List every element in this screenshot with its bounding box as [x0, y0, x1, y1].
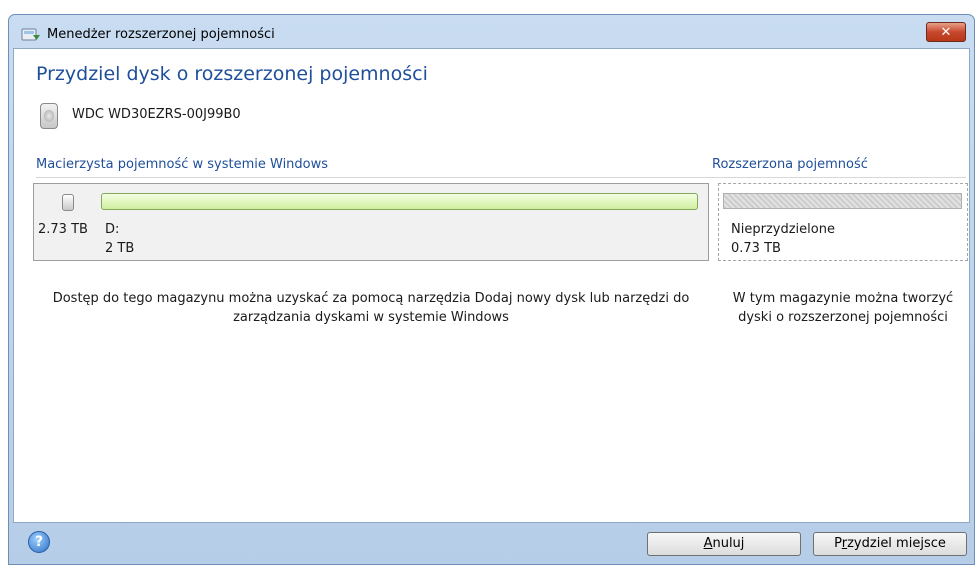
hard-disk-icon	[40, 103, 58, 129]
disk-total-size: 2.73 TB	[38, 222, 88, 237]
allocate-space-button[interactable]: Przydziel miejsce	[813, 532, 967, 556]
unallocated-bar[interactable]	[723, 193, 962, 209]
unallocated-size: 0.73 TB	[731, 241, 781, 256]
native-capacity-label: Macierzysta pojemność w systemie Windows	[36, 157, 329, 172]
help-icon[interactable]: ?	[28, 531, 50, 553]
dialog-footer: ? Anuluj Przydziel miejsce	[9, 523, 976, 566]
partition-bar[interactable]	[101, 193, 698, 210]
window-title: Menedżer rozszerzonej pojemności	[47, 27, 275, 42]
dialog-window: Menedżer rozszerzonej pojemności ✕ Przyd…	[8, 14, 975, 565]
cancel-label: nuluj	[712, 536, 745, 551]
native-description: Dostęp do tego magazynu można uzyskać za…	[52, 291, 690, 325]
allocate-label-end: zydziel miejsce	[847, 536, 946, 551]
extended-capacity-panel[interactable]: Nieprzydzielone 0.73 TB	[718, 183, 968, 261]
partition-letter: D:	[105, 222, 120, 237]
page-title: Przydziel dysk o rozszerzonej pojemności	[36, 63, 428, 85]
disk-name: WDC WD30EZRS-00J99B0	[72, 107, 241, 122]
unallocated-label: Nieprzydzielone	[731, 222, 835, 237]
close-icon: ✕	[940, 25, 952, 40]
extended-description: W tym magazynie można tworzyć dyski o ro…	[732, 291, 954, 325]
native-capacity-panel[interactable]: 2.73 TB D: 2 TB	[33, 183, 709, 261]
disk-small-icon	[62, 194, 74, 211]
dialog-content: Przydziel dysk o rozszerzonej pojemności…	[13, 48, 970, 523]
allocate-label-start: P	[834, 536, 842, 551]
section-divider	[36, 177, 966, 178]
cancel-button[interactable]: Anuluj	[647, 532, 801, 556]
close-button[interactable]: ✕	[926, 22, 966, 42]
extended-capacity-label: Rozszerzona pojemność	[712, 157, 868, 172]
app-icon	[21, 28, 40, 41]
partition-size: 2 TB	[105, 241, 135, 256]
